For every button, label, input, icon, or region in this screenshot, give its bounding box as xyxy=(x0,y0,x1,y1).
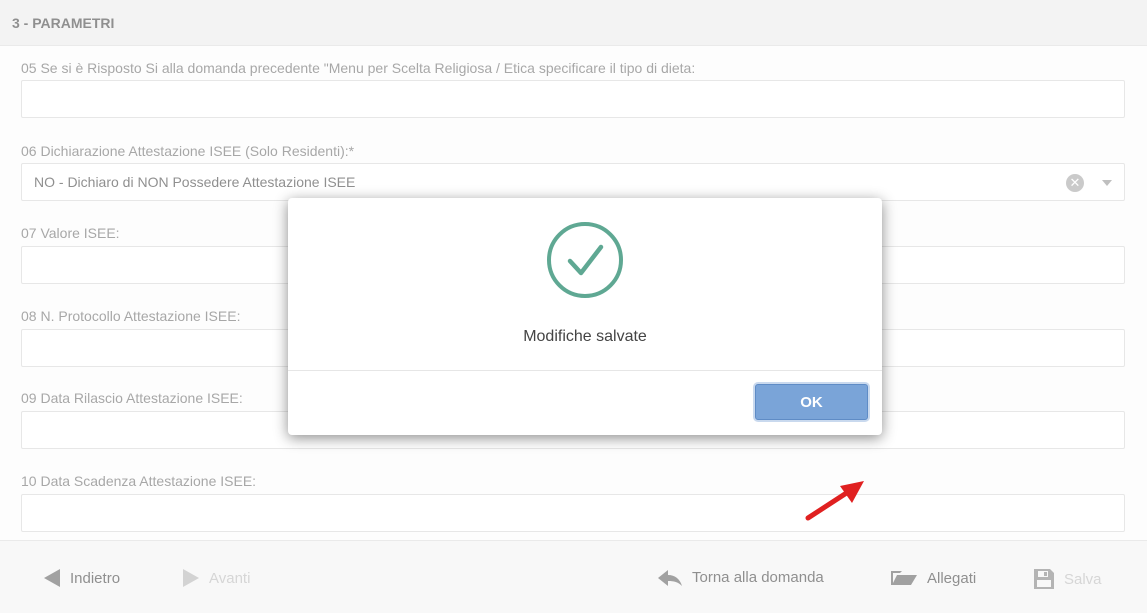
dialog-divider xyxy=(288,370,882,371)
ok-button[interactable]: OK xyxy=(755,384,868,420)
annotation-arrow-icon xyxy=(805,481,864,521)
dialog-message: Modifiche salvate xyxy=(523,328,647,345)
check-circle-icon xyxy=(547,222,623,298)
success-dialog: Modifiche salvate OK xyxy=(288,198,882,435)
